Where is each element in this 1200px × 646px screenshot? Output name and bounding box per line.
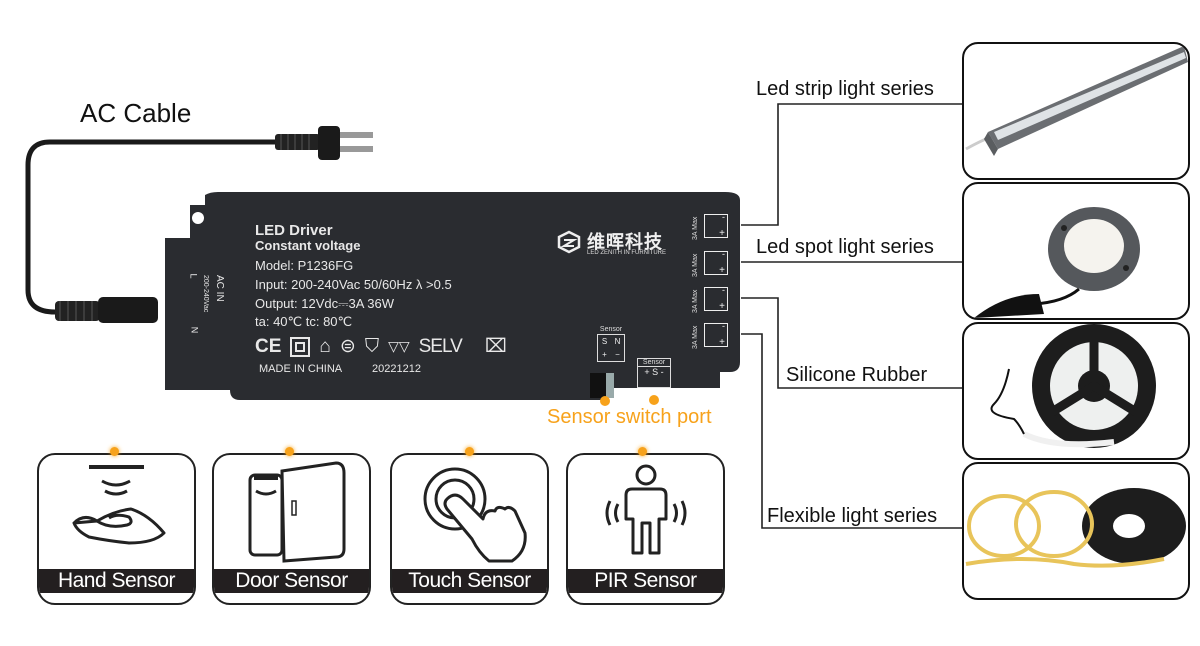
driver-title: LED Driver [255, 222, 333, 239]
sensor-card-hand: Hand Sensor [37, 453, 196, 605]
plug-icon [275, 126, 373, 160]
made-in-label: MADE IN CHINA [259, 363, 343, 375]
port-minus: - [722, 212, 725, 222]
certification-icons: CE ⌂ ⊜ ⛉ ▽▽ SELV ⌧ [255, 335, 507, 358]
port-plus: + [719, 228, 725, 239]
connector-icon [55, 297, 158, 323]
product-image-silicone [962, 322, 1190, 460]
driver-model: Model: P1236FG [255, 258, 354, 273]
sensor-port-a-label: Sensor [599, 326, 623, 333]
output-wires [741, 103, 962, 529]
output-port-4: 3A Max - + [690, 321, 735, 349]
port-plus: + [719, 301, 725, 312]
sensor-port-b: Sensor + S - [637, 358, 671, 388]
sensor-card-label: Touch Sensor [392, 569, 547, 593]
product-image-flexible [962, 462, 1190, 600]
driver-output: Output: 12Vdc⎓3A 36W [255, 296, 395, 311]
output-port-3: 3A Max - + [690, 285, 735, 313]
product-label-strip: Led strip light series [756, 78, 934, 100]
led-strip-profile-icon [965, 46, 1188, 156]
sensor-card-touch: Touch Sensor [390, 453, 549, 605]
port-plus: + [719, 337, 725, 348]
sensor-card-pir: PIR Sensor [566, 453, 725, 605]
sensor-card-label: Door Sensor [214, 569, 369, 593]
brand-name-en: LED ZENITH IN FURNITURE [587, 250, 667, 256]
port-rating: 3A Max [692, 253, 699, 277]
led-spot-light-icon [974, 207, 1140, 318]
ac-in-label: AC IN [214, 275, 225, 302]
furniture-mount-icon: ▽▽ [388, 338, 410, 354]
ac-l-label: L [188, 273, 199, 279]
port-rating: 3A Max [692, 289, 699, 313]
flexible-strip-reel-icon [965, 488, 1186, 568]
ce-mark-icon: CE [255, 335, 282, 357]
date-code: 20221212 [372, 363, 421, 375]
wire-strip [741, 103, 962, 226]
sensor-switch-port-label: Sensor switch port [547, 406, 712, 428]
door-sensor-icon [248, 461, 346, 563]
indicator-dot [465, 447, 474, 456]
pin-minus: − [615, 350, 620, 359]
port-minus: - [722, 249, 725, 259]
product-label-silicone: Silicone Rubber [786, 364, 928, 386]
sensor-port-b-pins: + S - [644, 367, 664, 377]
sensor-card-label: Hand Sensor [39, 569, 194, 593]
driver-subtitle: Constant voltage [255, 238, 361, 253]
ac-n-label: N [189, 326, 200, 334]
pir-sensor-icon [605, 464, 687, 555]
safety-transformer-icon: ⊜ [339, 336, 356, 357]
indicator-dot [110, 447, 119, 456]
output-port-2: 3A Max - + [690, 249, 735, 277]
double-insulation-icon [290, 336, 311, 357]
sensor-card-door: Door Sensor [212, 453, 371, 605]
product-label-spot: Led spot light series [756, 236, 934, 258]
sensor-port-b-label: Sensor [638, 359, 670, 367]
product-image-spot [962, 182, 1190, 320]
indicator-dot [285, 447, 294, 456]
brand-logo-icon [557, 230, 581, 254]
weee-icon: ⌧ [484, 336, 507, 357]
port-plus: + [719, 265, 725, 276]
output-port-1: 3A Max - + [690, 212, 735, 240]
indicator-dot [638, 447, 647, 456]
thermal-protection-icon: ⛉ [364, 335, 380, 357]
product-label-flexible: Flexible light series [767, 505, 938, 527]
port-rating: 3A Max [692, 325, 699, 349]
selv-label: SELV [418, 335, 463, 357]
pin-n: N [614, 337, 621, 346]
touch-sensor-icon [423, 467, 527, 563]
product-image-strip [962, 42, 1190, 180]
silicone-strip-reel-icon [990, 324, 1156, 448]
driver-input: Input: 200-240Vac 50/60Hz λ >0.5 [255, 277, 452, 292]
ac-in-range: 200-240Vac [202, 275, 209, 313]
port-minus: - [722, 321, 725, 331]
port-rating: 3A Max [692, 216, 699, 240]
sensor-card-label: PIR Sensor [568, 569, 723, 593]
driver-temps: ta: 40℃ tc: 80℃ [255, 314, 353, 329]
pin-s: S [601, 337, 608, 346]
sensor-pin-grid: S N + − [597, 334, 625, 362]
indoor-use-icon: ⌂ [319, 335, 331, 357]
sensor-port-a: Sensor S N + − [595, 326, 627, 366]
hand-sensor-icon [72, 465, 166, 545]
port-minus: - [722, 285, 725, 295]
ac-in-marking: AC IN 200-240Vac L N [185, 273, 255, 335]
output-ports: 3A Max - + 3A Max - + 3A Max - + 3A Max - + [690, 212, 735, 362]
pin-plus: + [602, 350, 607, 359]
